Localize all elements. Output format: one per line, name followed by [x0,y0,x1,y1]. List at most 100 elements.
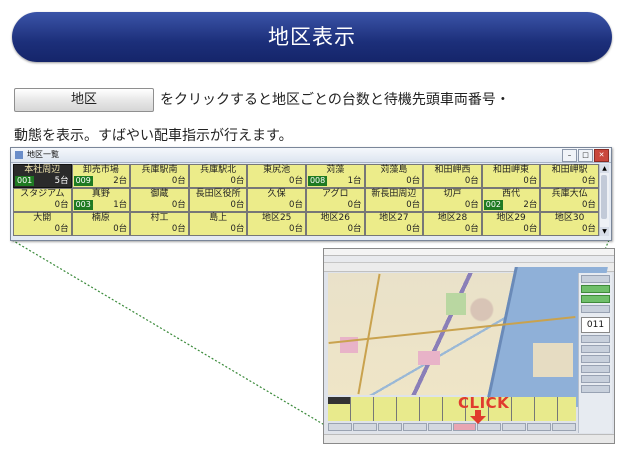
district-cell[interactable]: 和田岬東 0台 [481,164,541,188]
district-name: 地区28 [437,213,468,223]
district-name: 和田岬東 [493,165,530,175]
vehicle-count: 0台 [54,200,69,210]
vehicle-count: 0台 [230,200,245,210]
vehicle-count: 0台 [406,224,421,234]
district-name: 卸売市場 [82,165,119,175]
side-button[interactable] [581,355,610,363]
district-button-illustration[interactable]: 地区 [14,88,154,112]
district-cell[interactable]: 長田区役所 0台 [188,188,248,212]
district-cell[interactable]: 和田岬駅 0台 [540,164,599,188]
mini-tab[interactable] [402,423,427,431]
vehicle-count: 0台 [171,224,186,234]
district-cell[interactable]: 地区29 0台 [481,212,541,236]
district-name: 本社周辺 [24,165,61,175]
window-title: 地区一覧 [27,150,59,159]
district-cell[interactable]: 地区25 0台 [247,212,306,236]
side-button[interactable] [581,375,610,383]
mini-statusbar [324,434,614,443]
district-cell[interactable]: 兵庫駅北 0台 [188,164,248,188]
district-name: 兵庫大仏 [551,189,588,199]
district-cell[interactable]: 御蔵 0台 [130,188,189,212]
district-cell[interactable]: スタジアム 0台 [13,188,72,212]
vehicle-count: 0台 [464,224,479,234]
district-cell[interactable]: 兵庫大仏 0台 [540,188,599,212]
district-cell[interactable]: 地区26 0台 [305,212,365,236]
mini-tab[interactable] [377,423,402,431]
minimize-icon[interactable]: – [562,149,577,162]
side-button[interactable] [581,385,610,393]
district-cell[interactable]: 大開 0台 [13,212,72,236]
district-name: 苅藻島 [380,165,408,175]
district-name: 真野 [91,189,110,199]
district-cell[interactable]: 西代 002 2台 [481,188,541,212]
vehicle-count: 0台 [230,176,245,186]
side-button[interactable] [581,345,610,353]
side-status [581,295,610,303]
district-name: 御蔵 [150,189,169,199]
district-cell[interactable]: 島上 0台 [188,212,248,236]
district-cell[interactable]: 切戸 0台 [423,188,482,212]
district-name: 切戸 [443,189,462,199]
district-name: アグロ [321,189,349,199]
district-cell[interactable]: 卸売市場 009 2台 [71,164,131,188]
mini-menubar [324,256,614,263]
connector-left [11,239,334,431]
lead-vehicle-number: 009 [73,176,93,186]
district-cell[interactable]: 地区28 0台 [423,212,482,236]
vehicle-count: 0台 [347,200,362,210]
district-cell[interactable]: 本社周辺 001 5台 [13,164,72,188]
mini-tab[interactable] [502,423,527,431]
district-cell[interactable]: 地区27 0台 [364,212,424,236]
intro-line-1: 地区 をクリックすると地区ごとの台数と待機先頭車両番号・ [14,82,614,118]
mini-tab[interactable] [552,423,577,431]
mini-tab[interactable] [328,423,352,431]
district-cell[interactable]: 久保 0台 [247,188,306,212]
mini-tab[interactable] [427,423,452,431]
district-name: 久保 [267,189,286,199]
district-name: 東尻池 [263,165,291,175]
district-cell[interactable]: 真野 003 1台 [71,188,131,212]
scroll-down-icon[interactable]: ▼ [600,227,609,236]
district-cell[interactable]: 地区30 0台 [540,212,599,236]
side-button[interactable] [581,275,610,283]
lead-vehicle-number: 001 [15,176,35,186]
district-cell[interactable]: 苅藻島 0台 [364,164,424,188]
vehicle-count: 0台 [582,176,596,186]
district-cell[interactable]: 和田岬西 0台 [423,164,482,188]
mini-tab-district[interactable] [452,423,477,431]
mini-titlebar [324,249,614,256]
district-cell[interactable]: 楠原 0台 [71,212,131,236]
map-landfill [533,343,573,377]
mini-tab[interactable] [527,423,552,431]
side-button[interactable] [581,365,610,373]
vertical-scrollbar[interactable]: ▲ ▼ [599,164,609,236]
vehicle-count: 0台 [582,224,596,234]
vehicle-count: 2台 [113,176,128,186]
district-name: 地区27 [379,213,409,223]
side-button[interactable] [581,335,610,343]
vehicle-count: 0台 [464,200,479,210]
district-name: 新長田周辺 [371,189,417,199]
close-icon[interactable]: ✕ [594,149,609,162]
district-name: 和田岬西 [434,165,471,175]
district-cell[interactable]: 東尻池 0台 [247,164,306,188]
scroll-up-icon[interactable]: ▲ [600,164,609,173]
district-cell[interactable]: 兵庫駅南 0台 [130,164,189,188]
district-name: 地区29 [496,213,526,223]
mini-tab[interactable] [352,423,377,431]
district-cell[interactable]: 新長田周辺 0台 [364,188,424,212]
mini-tab[interactable] [477,423,502,431]
district-cell[interactable]: 村工 0台 [130,212,189,236]
maximize-icon[interactable]: □ [578,149,593,162]
window-titlebar: 地区一覧 – □ ✕ [11,148,611,163]
district-name: 長田区役所 [195,189,241,199]
district-cell[interactable]: アグロ 0台 [305,188,365,212]
district-cell[interactable]: 苅藻 008 1台 [305,164,365,188]
lead-vehicle-number: 002 [483,200,504,210]
scroll-thumb[interactable] [601,175,607,219]
mini-map [328,267,608,407]
vehicle-count: 0台 [230,224,245,234]
district-name: 和田岬駅 [551,165,588,175]
vehicle-count: 5台 [54,176,69,186]
side-button[interactable] [581,305,610,313]
